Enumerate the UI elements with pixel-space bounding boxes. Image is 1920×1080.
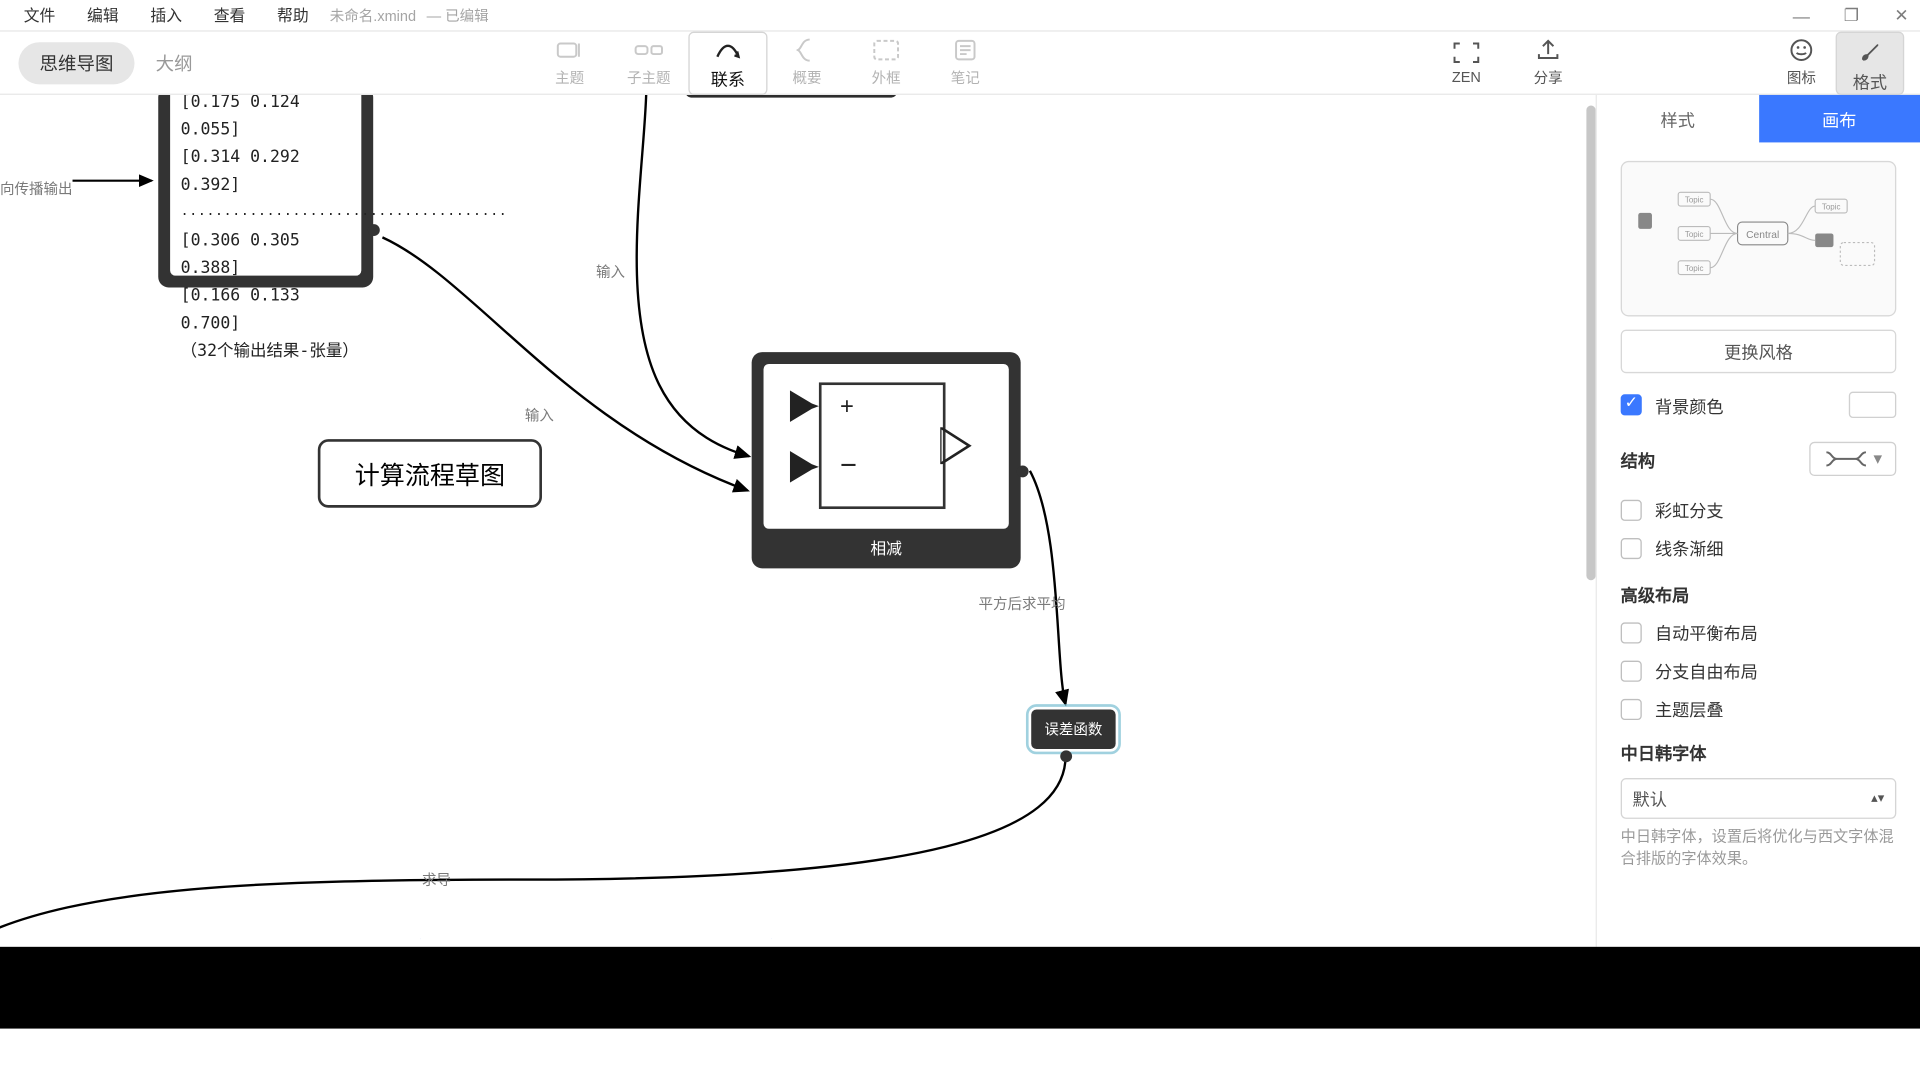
document-name: 未命名.xmind xyxy=(330,5,416,26)
chk-taper[interactable] xyxy=(1621,537,1642,558)
minus-icon: − xyxy=(840,448,857,482)
label-auto: 自动平衡布局 xyxy=(1655,620,1758,645)
btn-boundary[interactable]: 外框 xyxy=(847,32,926,95)
chk-overlap[interactable] xyxy=(1621,698,1642,719)
chk-free[interactable] xyxy=(1621,660,1642,681)
window-maximize-icon[interactable]: ❐ xyxy=(1841,5,1862,26)
structure-select[interactable]: ▾ xyxy=(1809,442,1896,476)
node-subtract[interactable]: + − 相减 xyxy=(752,352,1021,568)
tensor-row-2: [0.314 0.292 0.392] xyxy=(181,142,351,197)
node-flow-sketch[interactable]: 计算流程草图 xyxy=(318,439,542,508)
label-structure: 结构 xyxy=(1621,446,1655,471)
subtopic-icon xyxy=(634,38,663,62)
chk-rainbow[interactable] xyxy=(1621,499,1642,520)
vertical-scrollbar[interactable] xyxy=(1582,95,1595,994)
plus-icon: + xyxy=(840,393,854,421)
btn-zen[interactable]: ZEN xyxy=(1432,32,1501,95)
label-square-mean: 平方后求平均 xyxy=(978,593,1065,614)
menu-view[interactable]: 查看 xyxy=(198,4,261,26)
port[interactable] xyxy=(1017,466,1029,478)
label-input-1: 输入 xyxy=(596,261,625,282)
port[interactable] xyxy=(368,224,380,236)
node-error-function[interactable]: 误差函数 xyxy=(1031,709,1115,749)
btn-format[interactable]: 格式 xyxy=(1836,32,1905,95)
change-style-button[interactable]: 更换风格 xyxy=(1621,330,1897,374)
btn-summary[interactable]: 概要 xyxy=(767,32,846,95)
toolbar: 思维导图 大纲 主题 子主题 联系 概要 外框 笔记 xyxy=(0,32,1920,95)
label-advanced: 高级布局 xyxy=(1621,582,1897,607)
label-input-2: 输入 xyxy=(525,405,554,426)
topic-icon xyxy=(555,38,584,62)
label-taper: 线条渐细 xyxy=(1655,535,1724,560)
sidebar-tab-style[interactable]: 样式 xyxy=(1597,95,1759,142)
format-sidebar: 样式 画布 Central Topic Topic Topic Topic 更换… xyxy=(1596,95,1920,994)
canvas[interactable]: [0.175 0.124 0.055] [0.314 0.292 0.392] … xyxy=(0,95,1596,994)
menu-insert[interactable]: 插入 xyxy=(135,4,198,26)
zen-icon xyxy=(1452,41,1481,65)
summary-icon xyxy=(793,38,822,62)
label-cjk: 中日韩字体 xyxy=(1621,740,1897,765)
sidebar-tab-canvas[interactable]: 画布 xyxy=(1758,95,1920,142)
port[interactable] xyxy=(1060,750,1072,762)
menu-file[interactable]: 文件 xyxy=(8,4,71,26)
updown-icon: ▴▾ xyxy=(1871,793,1884,804)
structure-icon xyxy=(1823,450,1868,468)
input-arrow-minus-icon xyxy=(790,451,830,483)
btn-relation[interactable]: 联系 xyxy=(688,32,767,95)
document-status: — 已编辑 xyxy=(427,5,489,26)
input-arrow-plus-icon xyxy=(790,390,830,422)
tensor-caption: （32个输出结果-张量） xyxy=(181,336,351,364)
btn-iconlib[interactable]: 图标 xyxy=(1767,32,1836,95)
tensor-row-3: [0.306 0.305 0.388] xyxy=(181,225,351,280)
relation-icon xyxy=(713,40,742,61)
btn-subtopic[interactable]: 子主题 xyxy=(609,32,688,95)
menu-help[interactable]: 帮助 xyxy=(261,4,324,26)
svg-text:Topic: Topic xyxy=(1685,264,1704,273)
subtract-caption: 相减 xyxy=(752,537,1021,559)
chk-bgcolor[interactable] xyxy=(1621,394,1642,415)
svg-text:Topic: Topic xyxy=(1685,229,1704,238)
smiley-icon xyxy=(1787,38,1816,62)
menu-bar: 文件 编辑 插入 查看 帮助 未命名.xmind — 已编辑 — ❐ ✕ xyxy=(0,0,1920,32)
theme-thumbnail[interactable]: Central Topic Topic Topic Topic xyxy=(1621,161,1897,317)
chk-auto[interactable] xyxy=(1621,622,1642,643)
share-icon xyxy=(1534,38,1563,62)
notes-icon xyxy=(951,38,980,62)
menu-edit[interactable]: 编辑 xyxy=(71,4,134,26)
label-bgcolor: 背景颜色 xyxy=(1655,392,1724,417)
cjk-font-select[interactable]: 默认 ▴▾ xyxy=(1621,778,1897,819)
btn-topic[interactable]: 主题 xyxy=(530,32,609,95)
svg-text:Central: Central xyxy=(1747,230,1780,241)
tensor-ellipsis: ...................................... xyxy=(181,198,351,226)
label-free: 分支自由布局 xyxy=(1655,658,1758,683)
tab-mindmap[interactable]: 思维导图 xyxy=(18,42,134,84)
label-forward-output: 向传播输出 xyxy=(0,178,73,199)
tensor-row-1: [0.175 0.124 0.055] xyxy=(181,95,351,142)
window-minimize-icon[interactable]: — xyxy=(1791,6,1812,26)
btn-notes[interactable]: 笔记 xyxy=(926,32,1005,95)
label-overlap: 主题层叠 xyxy=(1655,696,1724,721)
label-rainbow: 彩虹分支 xyxy=(1655,497,1724,522)
node-output-tensor[interactable]: [0.175 0.124 0.055] [0.314 0.292 0.392] … xyxy=(158,95,373,288)
letterbox xyxy=(0,947,1920,1029)
svg-text:Topic: Topic xyxy=(1685,195,1704,204)
output-arrow-icon xyxy=(940,427,977,464)
tab-outline[interactable]: 大纲 xyxy=(135,42,214,84)
boundary-icon xyxy=(872,38,901,62)
tensor-row-4: [0.166 0.133 0.700] xyxy=(181,281,351,336)
window-close-icon[interactable]: ✕ xyxy=(1891,5,1912,26)
brush-icon xyxy=(1855,40,1884,64)
cjk-help: 中日韩字体，设置后将优化与西文字体混合排版的字体效果。 xyxy=(1621,827,1897,872)
video-subtitle: 误差函数是均方误差 xyxy=(0,882,1271,955)
svg-text:Topic: Topic xyxy=(1822,202,1841,211)
bgcolor-swatch[interactable] xyxy=(1849,392,1896,418)
btn-share[interactable]: 分享 xyxy=(1514,32,1583,95)
